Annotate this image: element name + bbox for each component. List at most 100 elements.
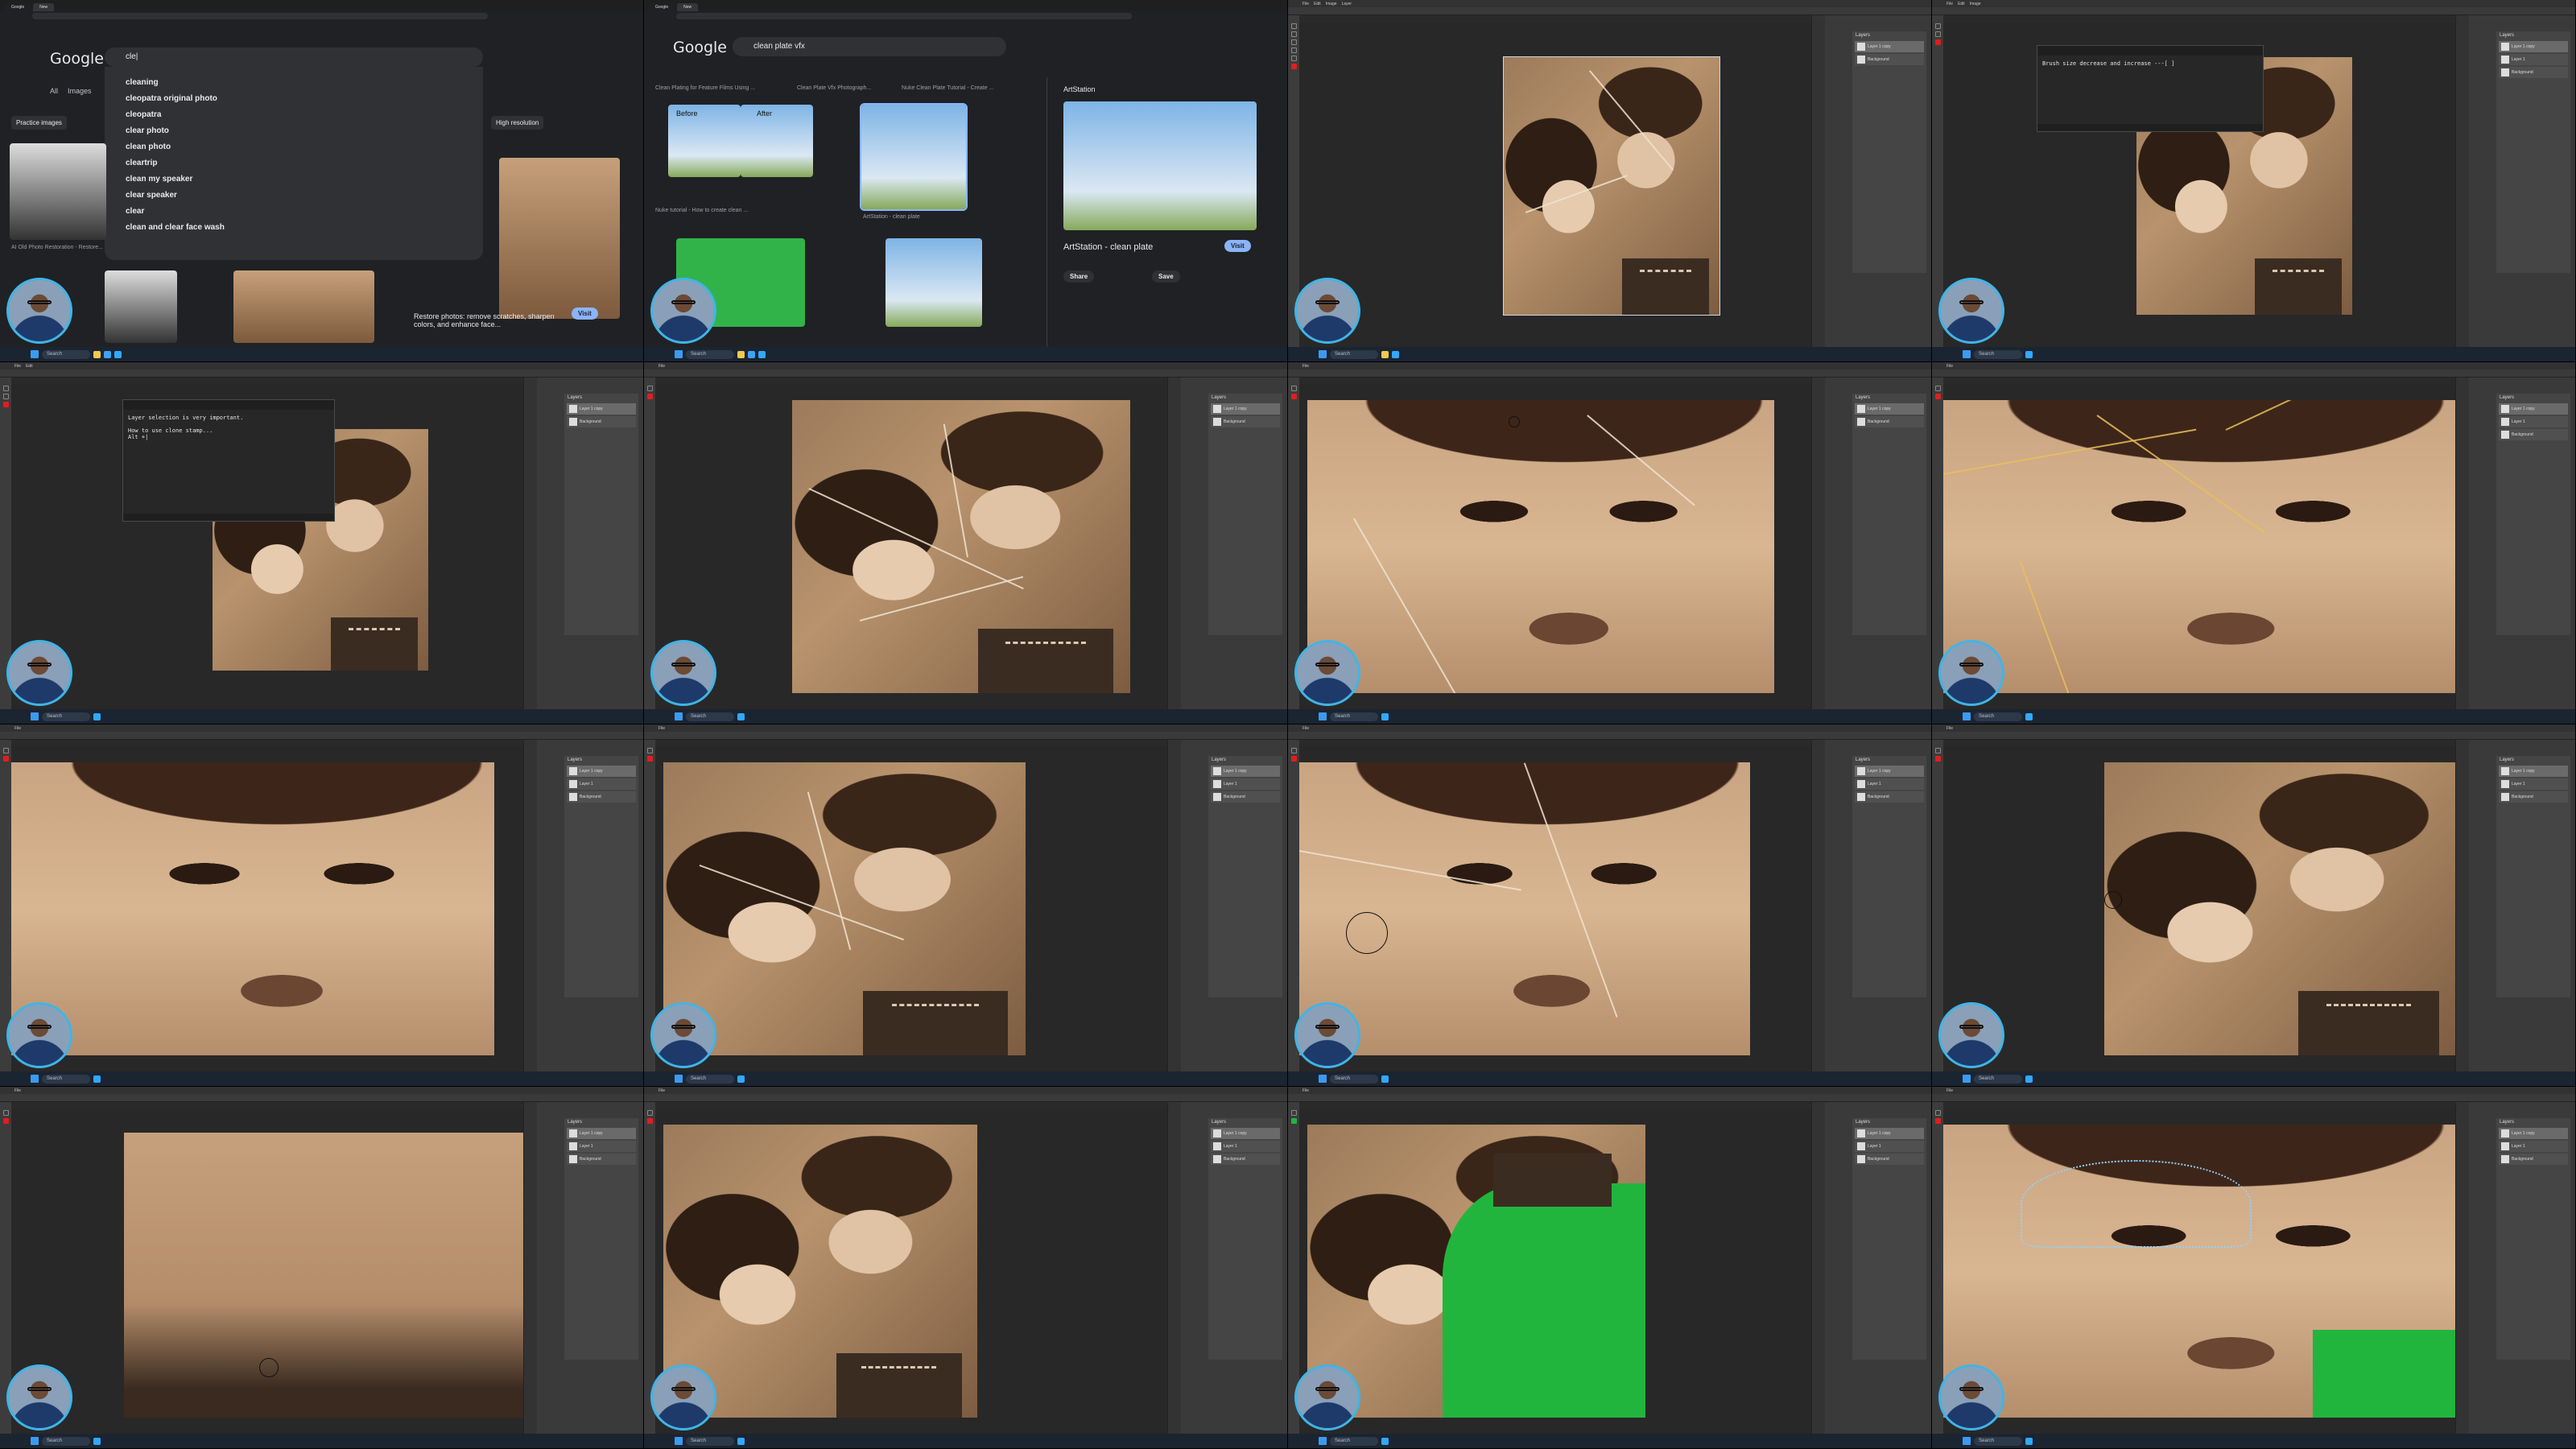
taskbar-search[interactable]: Search: [686, 1436, 734, 1446]
photoshop-icon[interactable]: [1392, 350, 1399, 358]
photoshop-icon[interactable]: [93, 1437, 101, 1445]
brush-tool-icon[interactable]: [646, 748, 653, 753]
result-title[interactable]: AI Old Photo Restoration - Restore...: [11, 245, 103, 250]
move-tool-icon[interactable]: [1934, 23, 1941, 29]
address-bar[interactable]: [644, 11, 1287, 21]
vintage-photo[interactable]: [1307, 1125, 1645, 1418]
taskbar-search[interactable]: Search: [42, 712, 90, 721]
preview-image[interactable]: [1063, 101, 1257, 230]
layer-row[interactable]: Layer 1 copy: [567, 403, 636, 415]
canvas-area[interactable]: [1299, 22, 1812, 347]
layer-row[interactable]: Layer 1 copy: [1211, 1128, 1280, 1139]
clone-stamp-icon[interactable]: [2, 1110, 9, 1116]
notepad-titlebar[interactable]: [2037, 46, 2263, 56]
start-icon[interactable]: [675, 1075, 683, 1083]
taskbar-search[interactable]: Search: [42, 1074, 90, 1084]
brush-tool-icon[interactable]: [1290, 47, 1297, 53]
menu-file[interactable]: File: [1302, 364, 1309, 369]
canvas-area[interactable]: [1299, 1108, 1812, 1434]
suggestion-item[interactable]: clean and clear face wash: [105, 220, 483, 236]
layer-row[interactable]: Layer 1 copy: [1855, 766, 1924, 777]
clone-stamp-icon[interactable]: [1290, 748, 1297, 753]
layer-row[interactable]: Background: [2499, 1154, 2568, 1165]
vintage-photo[interactable]: [663, 762, 1026, 1055]
layer-row[interactable]: Background: [2499, 67, 2568, 78]
suggestion-item[interactable]: cleopatra original photo: [105, 91, 483, 107]
photoshop-icon[interactable]: [93, 712, 101, 720]
marquee-tool-icon[interactable]: [1290, 31, 1297, 37]
canvas-area[interactable]: [1943, 1108, 2457, 1434]
result-title[interactable]: ArtStation - clean plate: [863, 214, 920, 220]
taskbar-search[interactable]: Search: [1330, 1074, 1378, 1084]
layer-row[interactable]: Background: [2499, 429, 2568, 440]
canvas-area[interactable]: [655, 746, 1168, 1071]
chrome-tab[interactable]: Google: [5, 3, 31, 11]
zoomed-face[interactable]: [1943, 400, 2457, 693]
foreground-color-swatch[interactable]: [1290, 756, 1297, 762]
layer-row[interactable]: Background: [1211, 416, 1280, 427]
foreground-color-swatch[interactable]: [1934, 39, 1941, 45]
menu-layer[interactable]: Layer: [1342, 2, 1352, 6]
lasso-tool-icon[interactable]: [1290, 39, 1297, 45]
chrome-tab[interactable]: New: [33, 3, 55, 11]
canvas-area[interactable]: [655, 1108, 1168, 1434]
clone-stamp-icon[interactable]: [2, 394, 9, 399]
thumbnail-image[interactable]: [105, 270, 177, 343]
canvas-area[interactable]: [655, 384, 1168, 709]
layer-row[interactable]: Layer 1 copy: [567, 766, 636, 777]
notepad-text[interactable]: Brush size decrease and increase ---[ ]: [2037, 56, 2263, 72]
brush-tool-icon[interactable]: [1290, 386, 1297, 391]
result-title[interactable]: Clean Plate Vfx Photograph...: [797, 85, 871, 91]
start-icon[interactable]: [1963, 712, 1971, 720]
photoshop-icon[interactable]: [114, 350, 122, 358]
menu-edit[interactable]: Edit: [1958, 2, 1965, 6]
photoshop-icon[interactable]: [93, 1075, 101, 1083]
menu-image[interactable]: Image: [1326, 2, 1337, 6]
layer-row[interactable]: Layer 1 copy: [1855, 1128, 1924, 1139]
layer-row[interactable]: Layer 1: [2499, 778, 2568, 790]
photoshop-icon[interactable]: [1381, 1437, 1389, 1445]
menu-file[interactable]: File: [1302, 1088, 1309, 1093]
folder-icon[interactable]: [1381, 350, 1389, 358]
notepad-window[interactable]: Layer selection is very important. How to…: [122, 399, 335, 522]
move-tool-icon[interactable]: [1290, 23, 1297, 29]
layer-row[interactable]: Layer 1: [2499, 1141, 2568, 1152]
tab-images[interactable]: Images: [68, 87, 92, 95]
layer-row[interactable]: Background: [1211, 1154, 1280, 1165]
chrome-tab[interactable]: Google: [649, 3, 675, 11]
taskbar-search[interactable]: Search: [1330, 712, 1378, 721]
preview-source[interactable]: ArtStation: [1063, 85, 1096, 93]
menu-file[interactable]: File: [658, 1088, 665, 1093]
taskbar-search[interactable]: Search: [686, 712, 734, 721]
foreground-color-swatch[interactable]: [1290, 1118, 1297, 1124]
address-bar[interactable]: [0, 11, 643, 21]
menu-edit[interactable]: Edit: [1314, 2, 1321, 6]
layer-row[interactable]: Layer 1 copy: [1211, 403, 1280, 415]
result-title[interactable]: Nuke tutorial - How to create clean ...: [655, 208, 748, 213]
google-logo[interactable]: Google: [673, 39, 727, 56]
brush-tool-icon[interactable]: [646, 386, 653, 391]
start-icon[interactable]: [1963, 1075, 1971, 1083]
start-icon[interactable]: [1319, 1437, 1327, 1445]
menu-file[interactable]: File: [1302, 726, 1309, 731]
taskbar-search[interactable]: Search: [42, 1436, 90, 1446]
canvas-area[interactable]: [11, 1108, 525, 1434]
photoshop-icon[interactable]: [1381, 1075, 1389, 1083]
taskbar-search[interactable]: Search: [1330, 1436, 1378, 1446]
suggestion-item[interactable]: clear: [105, 204, 483, 220]
search-input[interactable]: cle|: [105, 47, 483, 67]
after-image[interactable]: [741, 105, 813, 177]
taskbar-search[interactable]: Search: [1974, 349, 2022, 359]
start-icon[interactable]: [1963, 350, 1971, 358]
foreground-color-swatch[interactable]: [1934, 756, 1941, 762]
thumbnail-image[interactable]: [10, 143, 106, 240]
photoshop-icon[interactable]: [737, 1437, 745, 1445]
zoomed-face[interactable]: [1307, 400, 1774, 693]
chrome-tab[interactable]: New: [677, 3, 699, 11]
start-icon[interactable]: [31, 1075, 39, 1083]
brush-tool-icon[interactable]: [1934, 386, 1941, 391]
thumbnail-image[interactable]: [886, 238, 982, 327]
foreground-color-swatch[interactable]: [646, 394, 653, 399]
layer-row[interactable]: Layer 1: [1855, 778, 1924, 790]
zoomed-face[interactable]: [1943, 1125, 2457, 1418]
